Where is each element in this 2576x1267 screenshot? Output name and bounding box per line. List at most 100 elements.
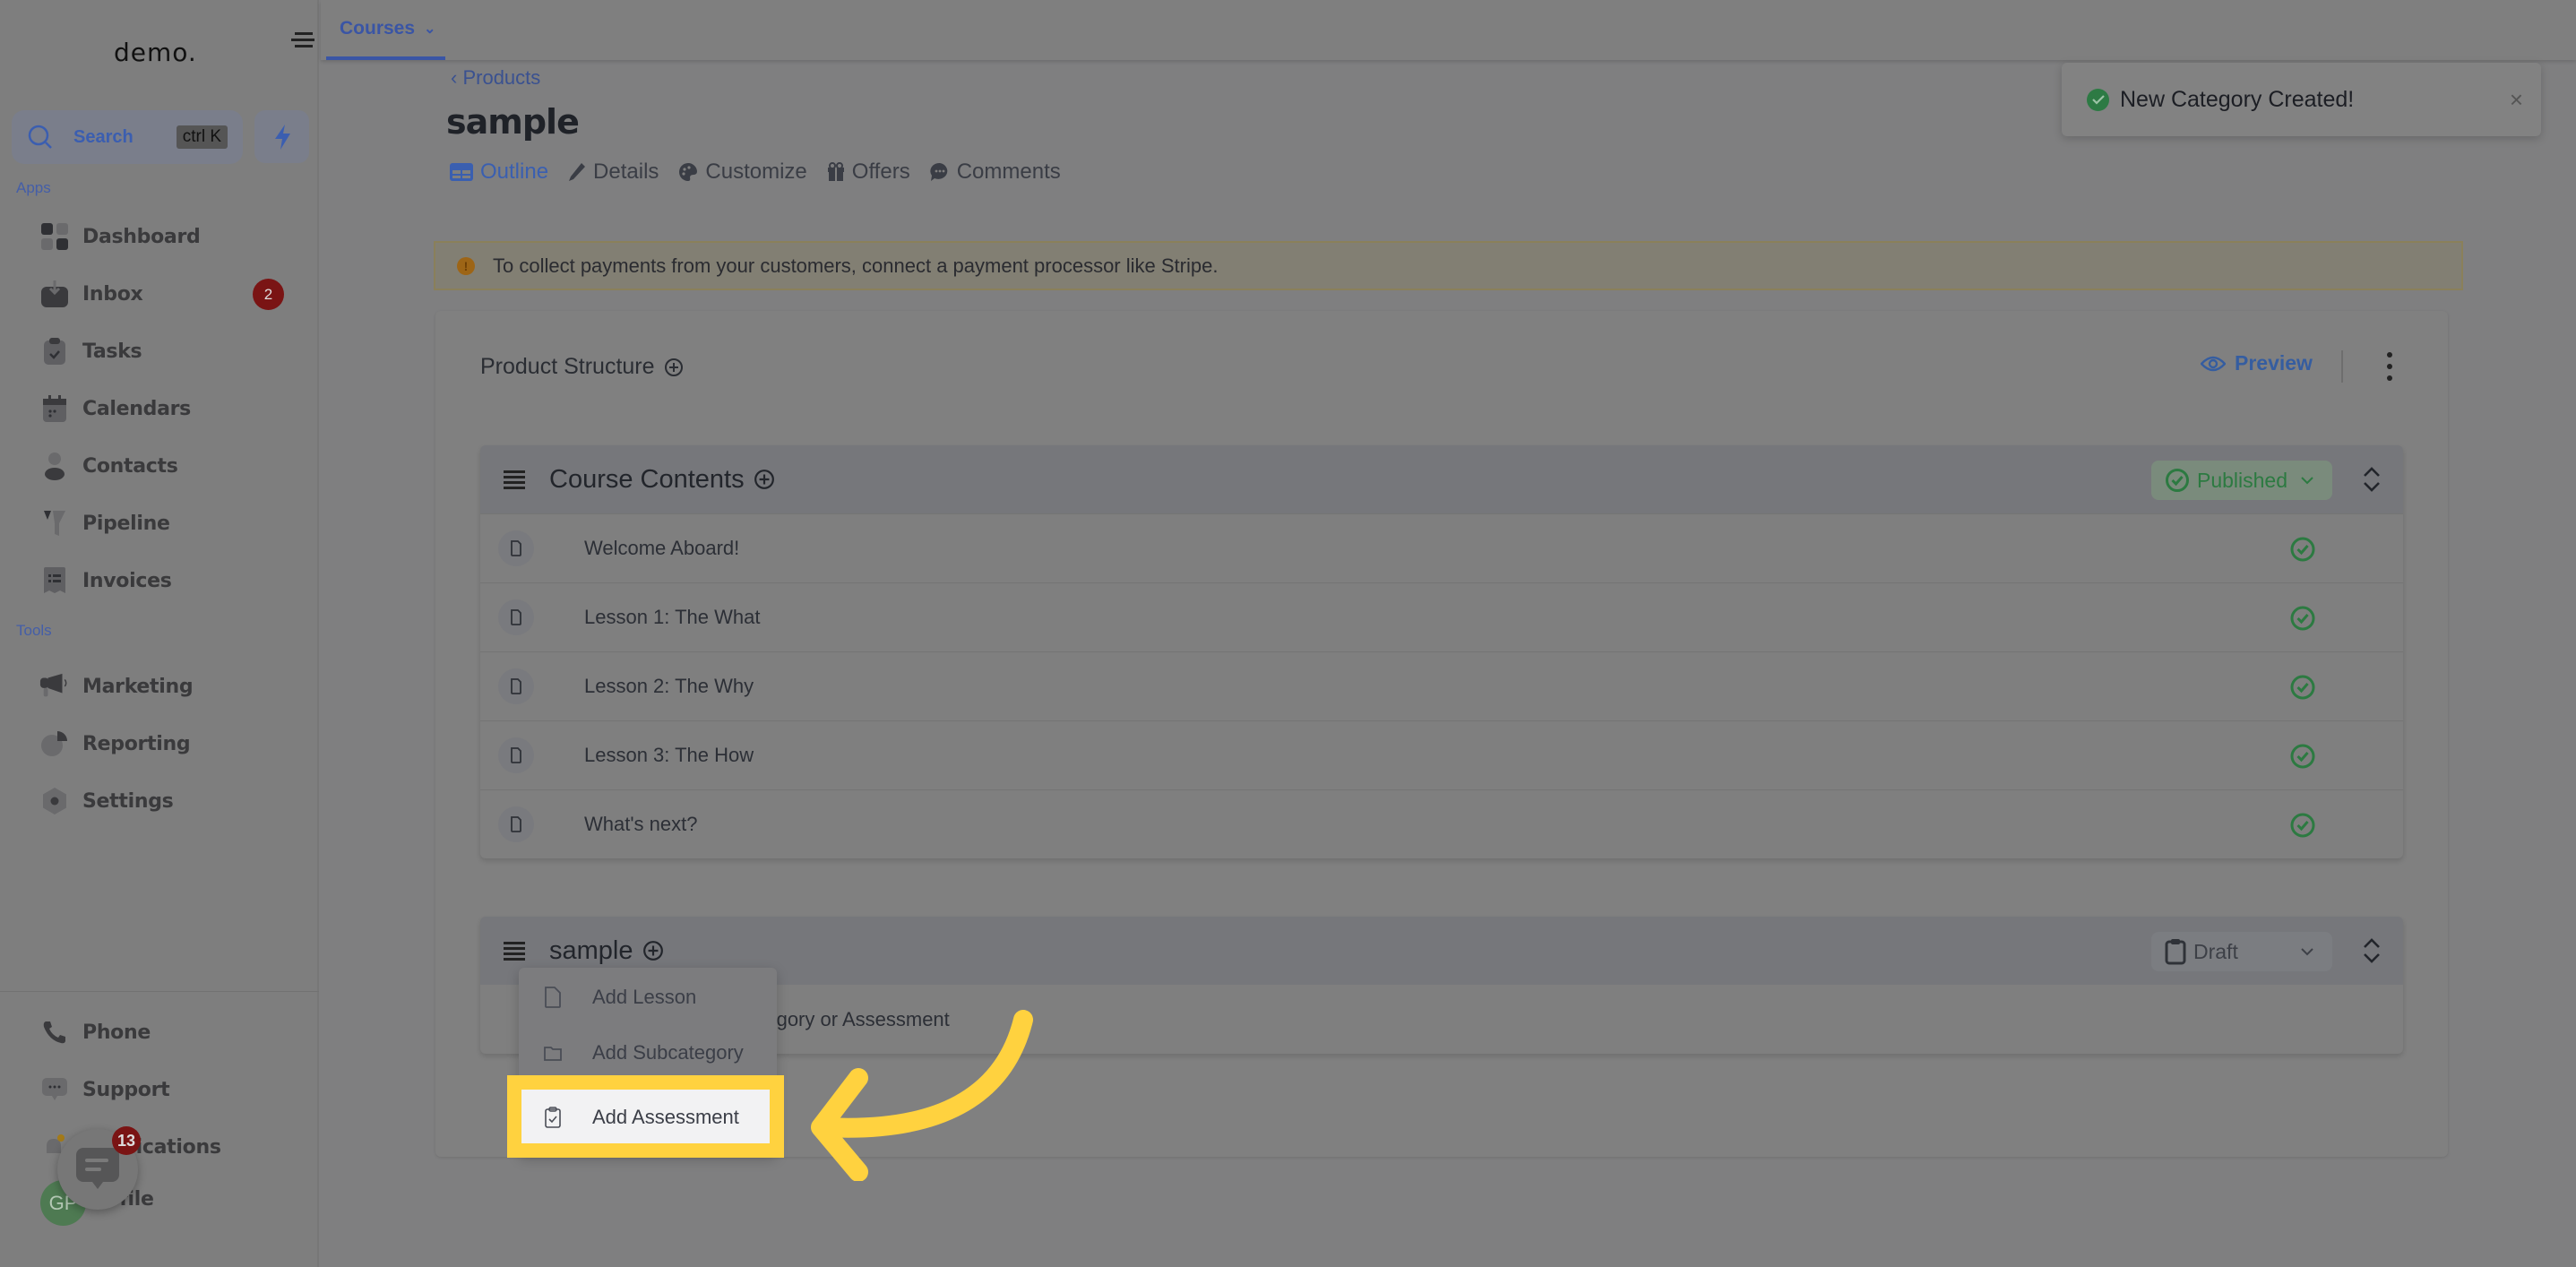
phone-icon: [39, 1017, 70, 1047]
add-content-menu: Add Lesson Add Subcategory Add Assessmen…: [519, 968, 777, 1156]
tab-offers[interactable]: Offers: [827, 159, 910, 185]
status-label: Published: [2197, 468, 2288, 492]
menu-item-add-assessment[interactable]: Add Assessment: [519, 1090, 777, 1145]
logo: demo.: [114, 38, 197, 67]
menu-item-label: Add Assessment: [592, 1106, 739, 1128]
eye-icon: [2201, 356, 2226, 371]
apps-section-label: Apps: [16, 179, 51, 196]
check-circle-icon: [2166, 469, 2189, 492]
menu-item-label: Add Lesson: [592, 986, 697, 1008]
category-title: Course Contents: [549, 464, 745, 494]
sidebar-item-label: Settings: [82, 789, 174, 813]
sidebar-item-label: Phone: [82, 1021, 151, 1044]
lesson-row[interactable]: Lesson 3: The How: [480, 720, 2403, 789]
lesson-title: Welcome Aboard!: [584, 537, 740, 559]
sidebar-item-dashboard[interactable]: Dashboard: [39, 219, 201, 254]
category-name: Course Contents: [549, 465, 775, 495]
chevron-down-icon: ⌄: [424, 21, 436, 37]
status-label: Draft: [2193, 939, 2238, 963]
expand-collapse-icon[interactable]: [2362, 463, 2382, 496]
tab-label: Offers: [851, 159, 910, 184]
preview-button[interactable]: Preview: [2201, 351, 2313, 375]
sidebar-item-phone[interactable]: Phone: [39, 1014, 151, 1050]
category-name: sample: [549, 936, 664, 966]
megaphone-icon: [39, 671, 70, 702]
drag-handle-icon[interactable]: [504, 939, 525, 963]
bolt-icon: [274, 124, 290, 150]
search-button[interactable]: Search ctrl K: [12, 110, 243, 164]
sidebar-item-reporting[interactable]: Reporting: [39, 726, 191, 762]
tab-outline[interactable]: Outline: [450, 159, 548, 185]
published-check-icon: [2290, 606, 2315, 631]
add-circle-icon[interactable]: [642, 940, 664, 961]
tab-label: Outline: [480, 159, 549, 184]
lesson-row[interactable]: Lesson 1: The What: [480, 582, 2403, 651]
menu-item-add-lesson[interactable]: Add Lesson: [519, 970, 777, 1024]
expand-collapse-icon[interactable]: [2362, 935, 2382, 967]
breadcrumb-products[interactable]: ‹ Products: [451, 66, 540, 90]
sidebar-item-calendars[interactable]: Calendars: [39, 391, 191, 427]
quick-actions-button[interactable]: [254, 110, 309, 163]
pipeline-icon: [39, 508, 70, 539]
sidebar-item-label: Inbox: [82, 282, 143, 306]
sidebar-item-contacts[interactable]: Contacts: [39, 448, 178, 484]
clipboard-check-icon: [545, 1107, 561, 1128]
sidebar-item-pipeline[interactable]: Pipeline: [39, 505, 170, 541]
warning-icon: !: [457, 256, 475, 275]
tab-courses[interactable]: Courses ⌄: [326, 0, 445, 60]
add-circle-icon[interactable]: [754, 469, 775, 490]
tab-label: Comments: [956, 159, 1061, 184]
sidebar-item-label: Pipeline: [82, 512, 170, 535]
status-dropdown[interactable]: Published: [2151, 461, 2332, 500]
drag-handle-icon[interactable]: [504, 468, 525, 492]
sidebar-item-label: Support: [82, 1078, 170, 1101]
contacts-icon: [39, 451, 70, 481]
clipboard-icon: [2165, 939, 2186, 965]
menu-item-add-subcategory[interactable]: Add Subcategory: [519, 1026, 777, 1080]
sidebar-item-label: Dashboard: [82, 225, 201, 248]
published-check-icon: [2290, 813, 2315, 838]
chevron-down-icon: [2301, 477, 2313, 485]
published-check-icon: [2290, 675, 2315, 700]
sidebar-item-marketing[interactable]: Marketing: [39, 668, 194, 704]
product-tabs: Outline Details Customize Offers Comment…: [450, 159, 1061, 185]
settings-icon: [39, 786, 70, 816]
status-dropdown[interactable]: Draft: [2151, 932, 2332, 971]
lesson-row[interactable]: What's next?: [480, 789, 2403, 858]
sidebar-item-settings[interactable]: Settings: [39, 783, 174, 819]
search-label: Search: [73, 126, 134, 147]
sidebar-item-support[interactable]: Support: [39, 1072, 170, 1108]
sidebar-item-label: Contacts: [82, 454, 178, 478]
sidebar-item-label: Marketing: [82, 675, 194, 698]
sidebar-item-label: Tasks: [82, 340, 142, 363]
add-circle-icon[interactable]: [664, 358, 684, 377]
published-check-icon: [2290, 537, 2315, 562]
chat-icon: [76, 1148, 119, 1189]
lesson-row[interactable]: Welcome Aboard!: [480, 513, 2403, 582]
category-section: Course Contents Published Welcome Aboard…: [480, 445, 2403, 858]
support-icon: [39, 1074, 70, 1105]
close-icon[interactable]: ×: [2510, 86, 2523, 114]
sidebar-item-tasks[interactable]: Tasks: [39, 333, 142, 369]
lesson-row[interactable]: Lesson 2: The Why: [480, 651, 2403, 720]
chevron-down-icon: [2301, 948, 2313, 956]
divider: [2341, 350, 2343, 383]
tab-label: Details: [593, 159, 659, 184]
more-options-icon[interactable]: [2385, 352, 2394, 381]
tab-comments[interactable]: Comments: [930, 159, 1061, 185]
published-check-icon: [2290, 744, 2315, 769]
lesson-title: Lesson 3: The How: [584, 744, 754, 766]
calendar-icon: [39, 393, 70, 424]
sidebar-item-invoices[interactable]: Invoices: [39, 563, 172, 599]
comment-icon: [930, 162, 947, 181]
collapse-sidebar-button[interactable]: [291, 29, 314, 50]
invoices-icon: [39, 565, 70, 596]
folder-icon: [544, 1047, 562, 1061]
check-circle-icon: [2087, 88, 2109, 111]
sidebar-item-label: Reporting: [82, 732, 191, 755]
tab-details[interactable]: Details: [568, 159, 659, 185]
sidebar: demo. Search ctrl K Apps Dashboard Inbox…: [0, 0, 319, 1267]
sidebar-item-inbox[interactable]: Inbox: [39, 276, 143, 312]
toast-notification: New Category Created! ×: [2062, 63, 2541, 136]
tab-customize[interactable]: Customize: [678, 159, 807, 185]
